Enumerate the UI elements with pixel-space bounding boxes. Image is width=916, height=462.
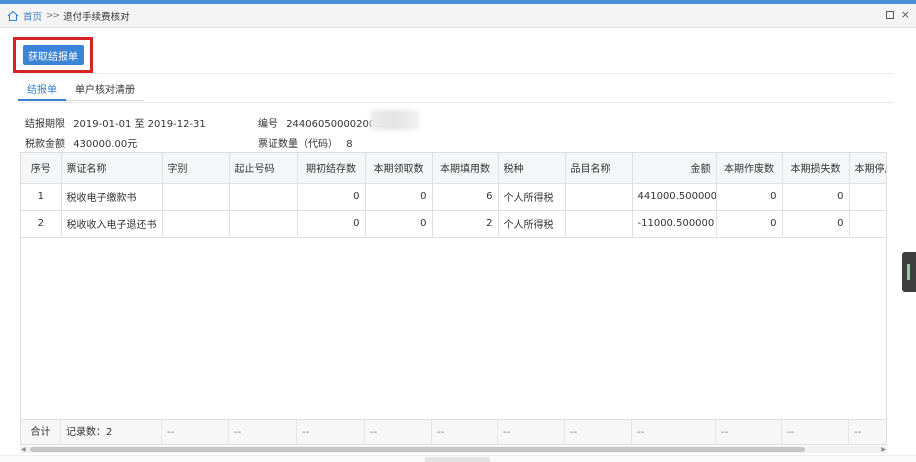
column-header[interactable]: 本期停用 (849, 153, 886, 184)
table-cell: 0 (297, 183, 366, 211)
scroll-right-icon[interactable]: ▶ (881, 446, 886, 453)
table-cell: 税收电子缴款书 (61, 183, 163, 211)
scrollbar-thumb[interactable] (30, 447, 805, 452)
home-icon[interactable] (7, 10, 19, 22)
table-row[interactable]: 2 税收收入电子退还书 0 0 2 个人所得税 -11000.500000 0 … (21, 210, 886, 238)
breadcrumb-current-page: 退付手续费核对 (63, 11, 130, 23)
tax-amount-label: 税款金额 (25, 139, 65, 150)
table-row[interactable]: 1 税收电子缴款书 0 0 6 个人所得税 441000.500000 0 0 (21, 183, 886, 211)
column-header[interactable]: 本期作废数 (716, 153, 783, 184)
table-cell: 个人所得税 (498, 210, 566, 238)
table-cell: 441000.500000 (632, 183, 717, 211)
footer-cell: -- (432, 420, 498, 444)
table-header-row: 序号 票证名称 字别 起止号码 期初结存数 本期领取数 本期填用数 税种 品目名… (21, 153, 886, 184)
close-icon[interactable]: × (901, 9, 910, 20)
tax-amount-value: 430000.00元 (73, 139, 138, 150)
fetch-settlement-button[interactable]: 获取结报单 (22, 45, 84, 65)
ticket-count-field: 票证数量（代码） 8 (258, 135, 353, 150)
tab-underline (18, 102, 894, 103)
table-cell: 0 (782, 210, 850, 238)
window-controls: × (885, 9, 910, 20)
column-header[interactable]: 票证名称 (61, 153, 163, 184)
table-cell (229, 183, 298, 211)
table-cell: 0 (365, 183, 433, 211)
ticket-count-value: 8 (346, 139, 353, 150)
divider (18, 73, 894, 74)
total-label: 合计 (21, 420, 61, 444)
period-value: 2019-01-01 至 2019-12-31 (73, 119, 206, 130)
breadcrumb-separator: >> (46, 10, 60, 21)
table-footer-row: 合计 记录数：2 -- -- -- -- -- -- -- -- -- -- -… (21, 419, 886, 444)
footer-cell: -- (229, 420, 297, 444)
title-bar: 首页 >> 退付手续费核对 × (0, 4, 916, 28)
tab-bar: 结报单 单户核对清册 (18, 81, 144, 103)
column-header[interactable]: 期初结存数 (297, 153, 366, 184)
column-header[interactable]: 本期损失数 (782, 153, 850, 184)
tax-amount-field: 税款金额 430000.00元 (25, 135, 137, 150)
number-label: 编号 (258, 119, 278, 130)
table-cell: 0 (782, 183, 850, 211)
table-cell: 2 (432, 210, 499, 238)
table-cell (849, 183, 886, 211)
column-header[interactable]: 序号 (21, 153, 62, 184)
footer-cell: -- (782, 420, 849, 444)
footer-cell: -- (716, 420, 782, 444)
horizontal-scrollbar[interactable]: ◀ ▶ (20, 446, 887, 453)
breadcrumb-home[interactable]: 首页 (23, 9, 42, 23)
table-cell (162, 210, 230, 238)
settlement-table: 序号 票证名称 字别 起止号码 期初结存数 本期领取数 本期填用数 税种 品目名… (20, 152, 887, 445)
scroll-left-icon[interactable]: ◀ (21, 446, 26, 453)
table-cell: 税收收入电子退还书 (61, 210, 163, 238)
table-cell: 0 (297, 210, 366, 238)
ticket-count-label: 票证数量（代码） (258, 139, 338, 150)
number-value: 244060500002001 (286, 119, 382, 130)
column-header[interactable]: 起止号码 (229, 153, 298, 184)
number-field: 编号 244060500002001 (258, 115, 382, 130)
period-field: 结报期限 2019-01-01 至 2019-12-31 (25, 115, 206, 130)
table-cell: 0 (365, 210, 433, 238)
period-label: 结报期限 (25, 119, 65, 130)
bottom-tab-handle[interactable] (425, 457, 490, 462)
footer-cell: -- (632, 420, 716, 444)
table-cell (229, 210, 298, 238)
table-cell (565, 210, 633, 238)
table-cell: 0 (716, 183, 783, 211)
column-header[interactable]: 字别 (162, 153, 230, 184)
table-cell (849, 210, 886, 238)
table-cell: 0 (716, 210, 783, 238)
restore-icon[interactable] (885, 11, 894, 19)
table-cell: 6 (432, 183, 499, 211)
footer-cell: -- (297, 420, 365, 444)
column-header[interactable]: 本期领取数 (365, 153, 433, 184)
table-cell: 2 (21, 210, 62, 238)
table-cell: 个人所得税 (498, 183, 566, 211)
table-cell: 1 (21, 183, 62, 211)
column-header[interactable]: 税种 (498, 153, 566, 184)
footer-cell: -- (565, 420, 632, 444)
highlight-box: 获取结报单 (13, 37, 93, 73)
column-header[interactable]: 本期填用数 (432, 153, 499, 184)
tab-household-check[interactable]: 单户核对清册 (66, 81, 144, 101)
redacted-area (370, 110, 420, 130)
column-header[interactable]: 品目名称 (565, 153, 633, 184)
record-count: 记录数：2 (61, 420, 162, 444)
table-cell (162, 183, 230, 211)
footer-cell: -- (365, 420, 432, 444)
table-cell: -11000.500000 (632, 210, 717, 238)
footer-cell: -- (498, 420, 565, 444)
column-header[interactable]: 金额 (632, 153, 717, 184)
table-cell (565, 183, 633, 211)
footer-cell: -- (162, 420, 229, 444)
tab-settlement[interactable]: 结报单 (18, 81, 66, 101)
side-panel-handle[interactable] (902, 252, 916, 292)
footer-cell: -- (849, 420, 886, 444)
